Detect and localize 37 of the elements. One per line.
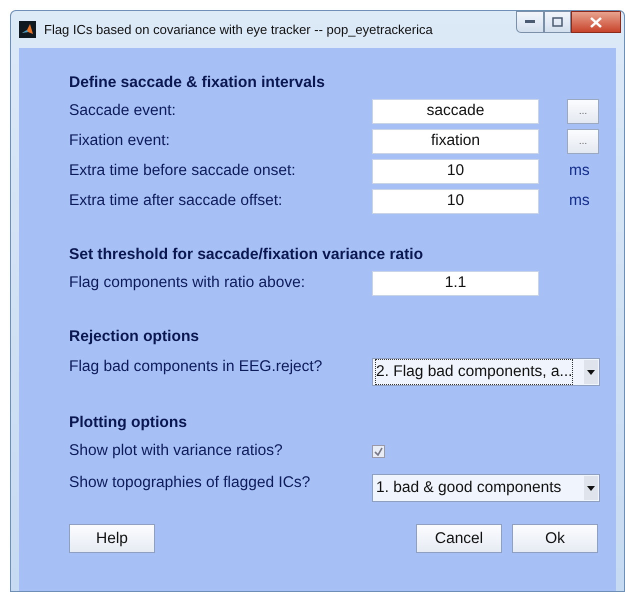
minimize-button[interactable] [516,11,544,33]
caret-icon [584,360,598,384]
section-heading: Set threshold for saccade/fixation variance ratio [69,245,424,266]
help-button[interactable]: Help [69,524,155,553]
close-button[interactable] [571,11,621,33]
text-field[interactable]: 1.1 [372,270,539,296]
cancel-button[interactable]: Cancel [416,524,502,553]
section-heading: Define saccade & fixation intervals [69,73,326,94]
field-label: Extra time after saccade offset: [69,191,284,212]
text-field[interactable]: 10 [372,158,539,184]
field-label: Extra time before saccade onset: [69,161,297,182]
field-label: Show plot with variance ratios? [69,441,284,462]
field-label: Flag components with ratio above: [69,273,306,294]
caret-icon [584,476,598,500]
browse-button[interactable]: ... [567,98,599,124]
browse-button[interactable]: ... [567,128,599,154]
unit-label: ms [569,191,590,212]
field-label: Saccade event: [69,101,177,122]
ok-button[interactable]: Ok [512,524,598,553]
checkbox[interactable] [372,444,385,458]
dropdown[interactable]: 1. bad & good components [372,474,600,502]
field-label: Show topographies of flagged ICs? [69,473,312,494]
section-heading: Plotting options [69,413,188,434]
text-field[interactable]: saccade [372,98,539,124]
maximize-button[interactable] [544,11,571,33]
minimize-icon [525,20,535,24]
app-icon [19,21,36,38]
unit-label: ms [569,161,590,182]
text-field[interactable]: fixation [372,128,539,154]
field-label: Flag bad components in EEG.reject? [69,357,324,378]
text-field[interactable]: 10 [372,188,539,214]
window-title: Flag ICs based on covariance with eye tracker -- pop_eyetrackerica [44,20,433,39]
section-heading: Rejection options [69,327,200,348]
close-icon [590,16,602,28]
field-label: Fixation event: [69,131,171,152]
maximize-icon [552,17,563,27]
dropdown[interactable]: 2. Flag bad components, a... [372,358,600,386]
